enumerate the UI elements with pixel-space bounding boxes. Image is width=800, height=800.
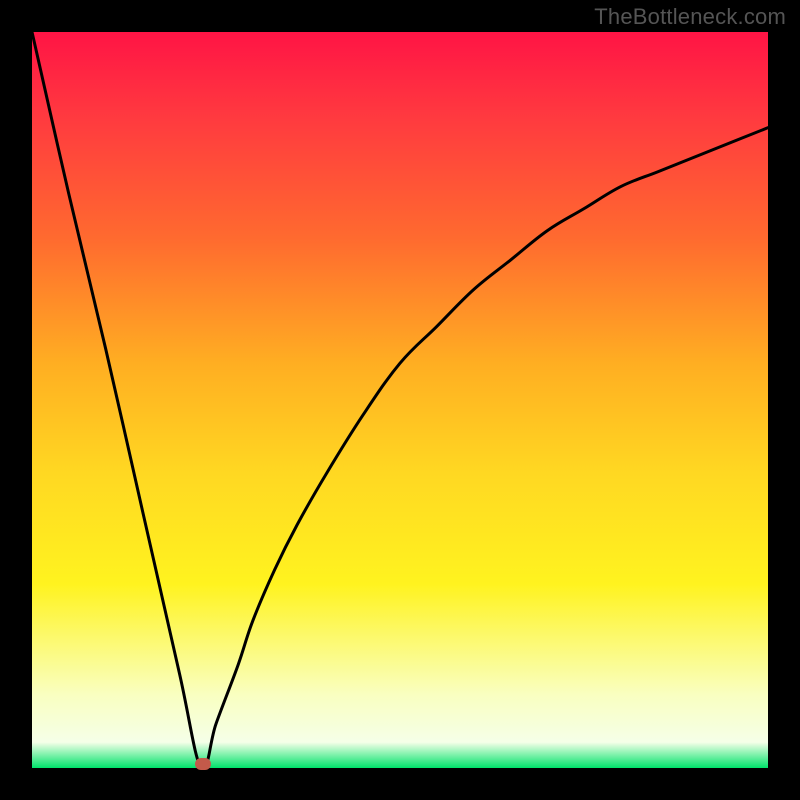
plot-svg: [32, 32, 768, 768]
plot-area: [32, 32, 768, 768]
chart-frame: TheBottleneck.com: [0, 0, 800, 800]
watermark-text: TheBottleneck.com: [594, 4, 786, 30]
gradient-background: [32, 32, 768, 768]
minimum-marker: [195, 758, 211, 770]
